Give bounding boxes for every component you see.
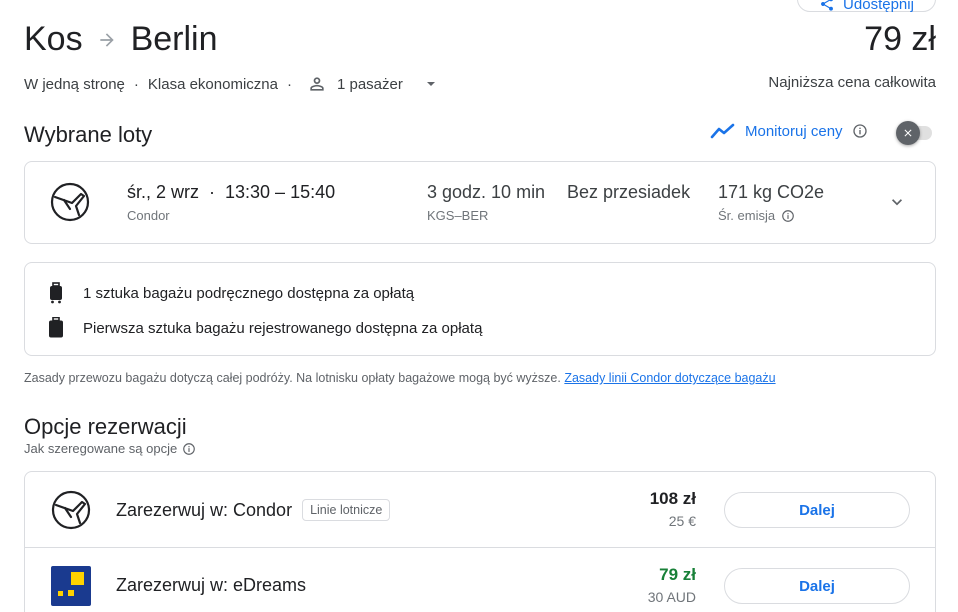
condor-logo-icon [50, 182, 90, 227]
ranking-note-text: Jak szeregowane są opcje [24, 441, 178, 456]
condor-logo-icon [51, 490, 91, 535]
share-icon [821, 0, 833, 11]
trip-type: W jedną stronę [24, 75, 125, 93]
share-button[interactable]: Udostępnij [797, 0, 936, 13]
baggage-policy-text: Zasady przewozu bagażu dotyczą całej pod… [24, 371, 561, 385]
continue-button[interactable]: Dalej [724, 568, 910, 604]
info-icon[interactable] [852, 123, 868, 139]
baggage-policy: Zasady przewozu bagażu dotyczą całej pod… [24, 371, 776, 385]
flight-airports: KGS–BER [427, 208, 489, 223]
info-icon[interactable] [781, 209, 795, 223]
edreams-logo-icon [51, 566, 91, 611]
info-icon [183, 442, 196, 455]
emissions-label: Śr. emisja [718, 208, 776, 223]
ranking-note[interactable]: Jak szeregowane są opcje [24, 441, 196, 456]
booking-option-price-alt: 25 € [668, 513, 696, 529]
booking-option-name: Zarezerwuj w: Condor Linie lotnicze [116, 499, 391, 521]
booking-options-title: Opcje rezerwacji [24, 414, 187, 439]
cabin-class: Klasa ekonomiczna [147, 75, 278, 93]
monitor-prices-toggle[interactable] [894, 120, 938, 146]
price-note: Najniższa cena całkowita [768, 74, 936, 91]
carry-on-row: 1 sztuka bagażu podręcznego dostępna za … [47, 282, 414, 304]
total-price: 79 zł [864, 20, 936, 58]
flight-stops: Bez przesiadek [567, 182, 691, 202]
flight-card[interactable]: śr., 2 wrz · 13:30 – 15:40 Condor 3 godz… [24, 161, 936, 244]
route-title: Kos Berlin [24, 20, 218, 59]
person-icon [310, 77, 324, 91]
trend-icon [710, 123, 735, 139]
booking-option-price-alt: 30 AUD [647, 589, 696, 605]
flight-stops-col: Bez przesiadek [567, 182, 690, 203]
booking-options-card: Zarezerwuj w: Condor Linie lotnicze 108 … [24, 471, 936, 612]
chevron-down-icon[interactable] [887, 192, 907, 217]
passenger-count: 1 pasażer [336, 75, 403, 93]
separator-dot: · [133, 75, 139, 93]
continue-button[interactable]: Dalej [724, 492, 910, 528]
flight-date-time: śr., 2 wrz · 13:30 – 15:40 [127, 182, 336, 202]
share-button-label: Udostępnij [843, 0, 914, 13]
checked-bag-row: Pierwsza sztuka bagażu rejestrowanego do… [47, 317, 482, 339]
airline-badge: Linie lotnicze [302, 499, 391, 521]
carry-on-bag-icon [47, 282, 83, 304]
booking-option-name-text: Zarezerwuj w: eDreams [116, 575, 307, 595]
booking-option-prices: 108 zł 25 € [650, 489, 696, 529]
passenger-selector[interactable]: 1 pasażer [307, 74, 437, 94]
carry-on-text: 1 sztuka bagażu podręcznego dostępna za … [83, 284, 415, 302]
close-icon [896, 121, 920, 145]
separator-dot: · [286, 75, 292, 93]
caret-down-icon [425, 78, 437, 90]
flight-emissions: 171 kg CO2e [718, 182, 825, 202]
booking-option-row: Zarezerwuj w: Condor Linie lotnicze 108 … [25, 472, 935, 548]
trip-info: W jedną stronę · Klasa ekonomiczna · 1 p… [24, 74, 437, 94]
destination-city: Berlin [130, 20, 218, 58]
booking-option-name: Zarezerwuj w: eDreams [116, 575, 306, 596]
selected-flights-title: Wybrane loty [24, 122, 153, 147]
monitor-prices-label: Monitoruj ceny [745, 122, 843, 140]
flight-duration: 3 godz. 10 min [427, 182, 546, 202]
monitor-prices-button[interactable]: Monitoruj ceny [710, 122, 868, 140]
booking-option-prices: 79 zł 30 AUD [648, 565, 696, 605]
flight-airline: Condor [127, 208, 170, 223]
booking-option-row: Zarezerwuj w: eDreams 79 zł 30 AUD Dalej [25, 548, 935, 612]
flight-main: śr., 2 wrz · 13:30 – 15:40 Condor [127, 182, 335, 223]
flight-emissions-col: 171 kg CO2e Śr. emisja [718, 182, 824, 223]
flight-duration-col: 3 godz. 10 min KGS–BER [427, 182, 545, 223]
booking-option-price: 79 zł [659, 565, 696, 584]
checked-bag-text: Pierwsza sztuka bagażu rejestrowanego do… [83, 319, 483, 337]
arrow-right-icon [97, 30, 117, 50]
baggage-policy-link[interactable]: Zasady linii Condor dotyczące bagażu [564, 371, 775, 385]
booking-option-price: 108 zł [649, 489, 696, 508]
baggage-card: 1 sztuka bagażu podręcznego dostępna za … [24, 262, 936, 356]
booking-option-name-text: Zarezerwuj w: Condor [116, 499, 293, 520]
origin-city: Kos [24, 20, 83, 58]
checked-bag-icon [47, 317, 83, 339]
